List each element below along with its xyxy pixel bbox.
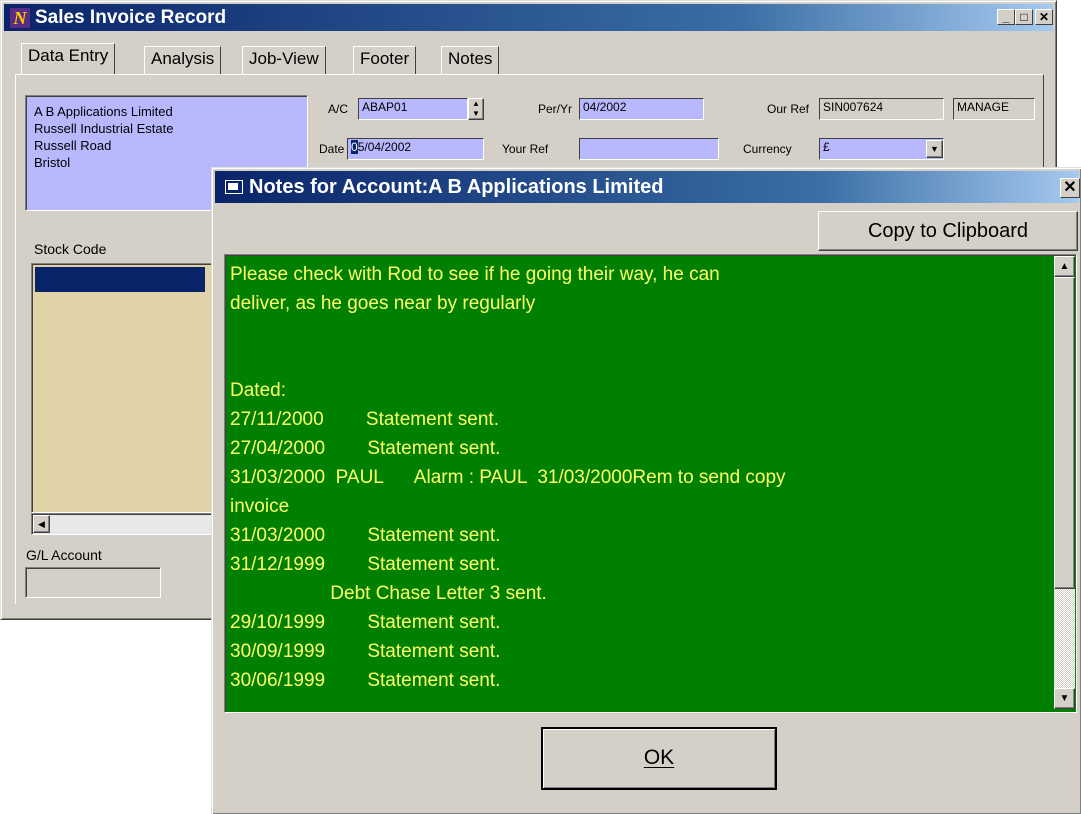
notes-title-bar[interactable]: Notes for Account:A B Applications Limit… bbox=[215, 171, 1079, 203]
manage-field: MANAGE bbox=[953, 98, 1035, 120]
note-line: 31/03/2000 PAUL Alarm : PAUL 31/03/2000R… bbox=[230, 467, 786, 488]
date-field[interactable]: 05/04/2002 bbox=[347, 138, 484, 160]
our-ref-field[interactable]: SIN007624 bbox=[819, 98, 944, 120]
stock-code-list[interactable] bbox=[31, 263, 213, 513]
copy-to-clipboard-button[interactable]: Copy to Clipboard bbox=[818, 211, 1078, 251]
stock-list-hscrollbar[interactable]: ◀ bbox=[31, 513, 213, 535]
notes-vscrollbar[interactable]: ▲ ▼ bbox=[1054, 256, 1075, 709]
gl-account-label: G/L Account bbox=[26, 547, 102, 563]
note-line: 30/06/1999 Statement sent. bbox=[230, 670, 501, 691]
tab-data-entry[interactable]: Data Entry bbox=[21, 43, 116, 74]
main-window-title: Sales Invoice Record bbox=[35, 6, 227, 28]
note-line bbox=[230, 318, 1035, 347]
scroll-up-icon[interactable]: ▲ bbox=[1054, 256, 1075, 277]
notes-dialog: Notes for Account:A B Applications Limit… bbox=[211, 167, 1081, 814]
your-ref-label: Your Ref bbox=[502, 142, 549, 156]
note-line: 27/04/2000 Statement sent. bbox=[230, 438, 501, 459]
tab-footer[interactable]: Footer bbox=[353, 46, 417, 74]
ac-label: A/C bbox=[328, 102, 349, 116]
tab-notes[interactable]: Notes bbox=[441, 46, 500, 74]
note-line: invoice bbox=[230, 496, 290, 517]
note-line: Dated: bbox=[230, 380, 286, 401]
selected-row[interactable] bbox=[35, 267, 205, 292]
our-ref-label: Our Ref bbox=[767, 102, 810, 116]
chevron-down-icon[interactable]: ▼ bbox=[926, 140, 943, 158]
date-selected-text: 0 bbox=[351, 140, 358, 154]
main-title-bar[interactable]: N Sales Invoice Record bbox=[4, 4, 1053, 31]
currency-label: Currency bbox=[743, 142, 792, 156]
minimize-icon[interactable]: _ bbox=[997, 9, 1015, 25]
scroll-down-icon[interactable]: ▼ bbox=[1054, 688, 1075, 709]
note-line: Please check with Rod to see if he going… bbox=[230, 264, 720, 285]
ok-button[interactable]: OK bbox=[541, 727, 777, 790]
address-line: Russell Road bbox=[34, 138, 112, 153]
gl-account-field[interactable] bbox=[25, 567, 161, 598]
note-line: Debt Chase Letter 3 sent. bbox=[230, 583, 547, 604]
account-spinner[interactable]: ▲ ▼ bbox=[468, 98, 484, 120]
stock-code-header: Stock Code bbox=[34, 241, 107, 257]
scroll-thumb[interactable] bbox=[1054, 277, 1075, 589]
account-code-field[interactable]: ABAP01 bbox=[358, 98, 468, 120]
notes-window-icon bbox=[225, 180, 243, 194]
app-logo-icon: N bbox=[10, 7, 30, 28]
tab-analysis[interactable]: Analysis bbox=[144, 46, 222, 74]
note-line: deliver, as he goes near by regularly bbox=[230, 293, 536, 314]
your-ref-field[interactable] bbox=[579, 138, 719, 160]
note-line bbox=[230, 347, 1035, 376]
tab-job-view[interactable]: Job-View bbox=[242, 46, 326, 74]
note-line: 31/12/1999 Statement sent. bbox=[230, 554, 501, 575]
close-icon[interactable]: ✕ bbox=[1035, 9, 1053, 25]
ok-button-label: OK bbox=[643, 746, 675, 769]
per-yr-label: Per/Yr bbox=[538, 102, 573, 116]
address-line: Russell Industrial Estate bbox=[34, 121, 174, 136]
address-line: A B Applications Limited bbox=[34, 104, 173, 119]
maximize-icon[interactable]: □ bbox=[1015, 9, 1033, 25]
notes-text-area[interactable]: Please check with Rod to see if he going… bbox=[224, 254, 1077, 713]
notes-window-title: Notes for Account:A B Applications Limit… bbox=[249, 175, 664, 198]
note-line: 30/09/1999 Statement sent. bbox=[230, 641, 501, 662]
period-year-field[interactable]: 04/2002 bbox=[579, 98, 704, 120]
scroll-left-icon[interactable]: ◀ bbox=[33, 515, 50, 533]
date-text: 5/04/2002 bbox=[357, 140, 412, 154]
note-line: 31/03/2000 Statement sent. bbox=[230, 525, 501, 546]
date-label: Date bbox=[319, 142, 345, 156]
note-line: 27/11/2000 Statement sent. bbox=[230, 409, 499, 430]
notes-text: Please check with Rod to see if he going… bbox=[230, 260, 1035, 695]
close-icon[interactable]: ✕ bbox=[1060, 178, 1080, 198]
note-line: 29/10/1999 Statement sent. bbox=[230, 612, 501, 633]
